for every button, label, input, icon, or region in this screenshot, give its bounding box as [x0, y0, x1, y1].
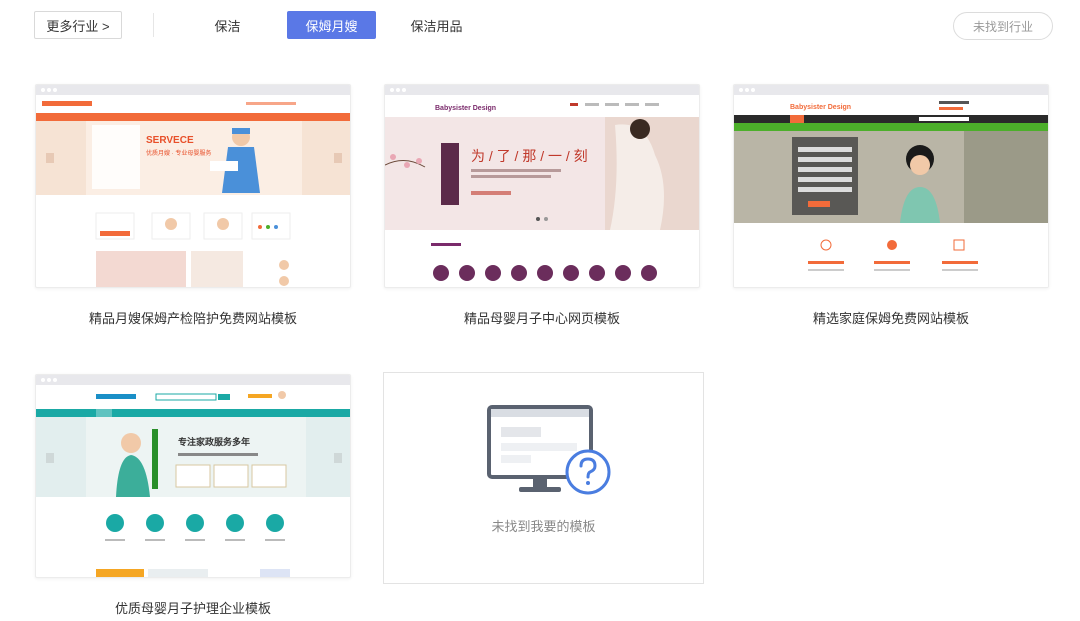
template-thumbnail-4: 专注家政服务多年	[36, 385, 350, 577]
thumb-hero-text: 专注家政服务多年	[178, 436, 250, 447]
industry-not-found-button[interactable]: 未找到行业	[953, 12, 1053, 40]
thumb-logo: Babysister Design	[435, 105, 496, 112]
monitor-question-icon	[487, 405, 611, 495]
tab-cleaning-supplies[interactable]: 保洁用品	[399, 11, 474, 39]
template-title-2[interactable]: 精品母婴月子中心网页模板	[384, 308, 700, 327]
hero-english-text: SERVECE	[146, 135, 194, 146]
template-thumbnail-1: SERVECE 优质月嫂 · 专业母婴服务	[36, 95, 350, 287]
template-thumbnail-2: Babysister Design 为 / 了 / 那 / 一 / 刻	[385, 95, 699, 281]
not-found-template-label: 未找到我要的模板	[491, 519, 596, 534]
tab-nanny-maternity[interactable]: 保姆月嫂	[287, 11, 376, 39]
template-card-3[interactable]: Babysister Design	[733, 84, 1049, 288]
divider	[153, 13, 154, 37]
browser-bar	[385, 85, 699, 95]
template-title-1[interactable]: 精品月嫂保姆产检陪护免费网站模板	[35, 308, 351, 327]
template-card-4[interactable]: 专注家政服务多年	[35, 374, 351, 578]
tab-cleaning[interactable]: 保洁	[190, 11, 265, 39]
thumb-hero-text: 为 / 了 / 那 / 一 / 刻	[471, 148, 588, 164]
browser-bar	[734, 85, 1048, 95]
hero-chinese-text: 优质月嫂 · 专业母婴服务	[146, 149, 211, 157]
browser-bar	[36, 375, 350, 385]
thumb-logo: Babysister Design	[790, 104, 851, 111]
template-title-3[interactable]: 精选家庭保姆免费网站模板	[733, 308, 1049, 327]
template-not-found-card[interactable]: 未找到我要的模板	[383, 372, 704, 584]
template-title-4[interactable]: 优质母婴月子护理企业模板	[35, 598, 351, 617]
template-card-2[interactable]: Babysister Design 为 / 了 / 那 / 一 / 刻	[384, 84, 700, 288]
more-industries-button[interactable]: 更多行业 >	[34, 11, 122, 39]
template-card-1[interactable]: SERVECE 优质月嫂 · 专业母婴服务	[35, 84, 351, 288]
browser-bar	[36, 85, 350, 95]
template-thumbnail-3: Babysister Design	[734, 95, 1048, 287]
